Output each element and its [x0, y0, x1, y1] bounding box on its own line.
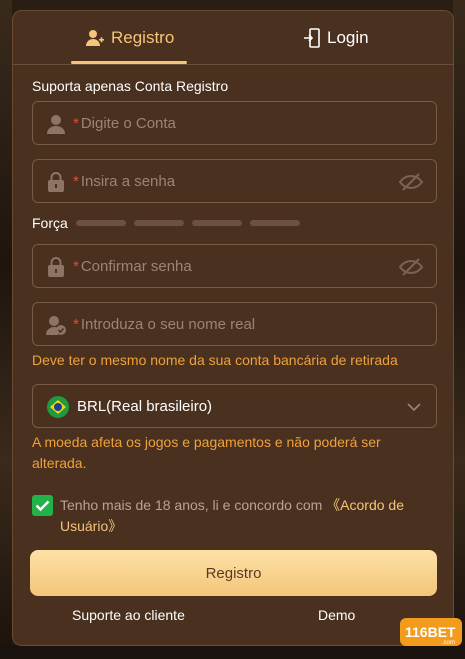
customer-support-link[interactable]: Suporte ao cliente — [72, 607, 185, 623]
tab-login[interactable]: Login — [303, 26, 369, 50]
background-bottom — [0, 645, 465, 659]
account-input[interactable]: * Digite o Conta — [32, 101, 437, 145]
eye-hidden-icon[interactable] — [398, 256, 424, 278]
account-section-label: Suporta apenas Conta Registro — [32, 78, 229, 94]
check-icon — [35, 500, 50, 512]
currency-note: A moeda afeta os jogos e pagamentos e nã… — [32, 434, 381, 471]
brand-logo: 116BET .com — [400, 618, 462, 646]
tab-registro[interactable]: Registro — [85, 26, 174, 50]
strength-bar-4 — [250, 220, 300, 226]
password-input[interactable]: * Insira a senha — [32, 159, 437, 203]
account-placeholder: * Digite o Conta — [73, 114, 176, 132]
user-icon — [47, 115, 65, 134]
password-placeholder: * Insira a senha — [73, 172, 176, 190]
door-enter-icon — [304, 28, 320, 48]
add-user-icon — [86, 30, 104, 46]
strength-bar-3 — [192, 220, 242, 226]
real-name-input[interactable]: * Introduza o seu nome real — [32, 302, 437, 346]
tab-login-label: Login — [327, 28, 369, 47]
password-strength: Força — [32, 215, 308, 231]
currency-value: BRL(Real brasileiro) — [77, 398, 213, 415]
lock-icon — [48, 257, 64, 277]
strength-bar-1 — [76, 220, 126, 226]
tab-registro-label: Registro — [111, 28, 175, 47]
currency-select[interactable]: BRL(Real brasileiro) — [32, 384, 437, 428]
agree-statement: Tenho mais de 18 anos, li e concordo com — [60, 497, 323, 513]
brand-logo-text: 116BET — [405, 624, 456, 640]
active-tab-indicator — [71, 61, 187, 64]
confirm-password-input[interactable]: * Confirmar senha — [32, 244, 437, 288]
tab-bar: Registro Login — [13, 11, 453, 65]
user-verified-icon — [46, 316, 66, 335]
chevron-down-icon — [407, 403, 421, 412]
realname-note: Deve ter o mesmo nome da sua conta bancá… — [32, 352, 398, 368]
brand-logo-suffix: .com — [442, 640, 455, 646]
realname-placeholder: * Introduza o seu nome real — [73, 315, 256, 333]
strength-bar-2 — [134, 220, 184, 226]
lock-icon — [48, 172, 64, 192]
demo-link[interactable]: Demo — [318, 607, 355, 623]
register-panel: Registro Login Suporta apenas Conta Regi… — [12, 10, 454, 646]
register-submit-button[interactable]: Registro — [30, 550, 437, 596]
strength-label: Força — [32, 215, 68, 231]
confirm-placeholder: * Confirmar senha — [73, 257, 192, 275]
agree-checkbox[interactable] — [32, 495, 53, 516]
brazil-flag-icon — [47, 396, 69, 418]
background-left — [0, 0, 12, 659]
agree-text: Tenho mais de 18 anos, li e concordo com… — [60, 495, 440, 537]
eye-hidden-icon[interactable] — [398, 171, 424, 193]
background-right — [453, 0, 465, 659]
